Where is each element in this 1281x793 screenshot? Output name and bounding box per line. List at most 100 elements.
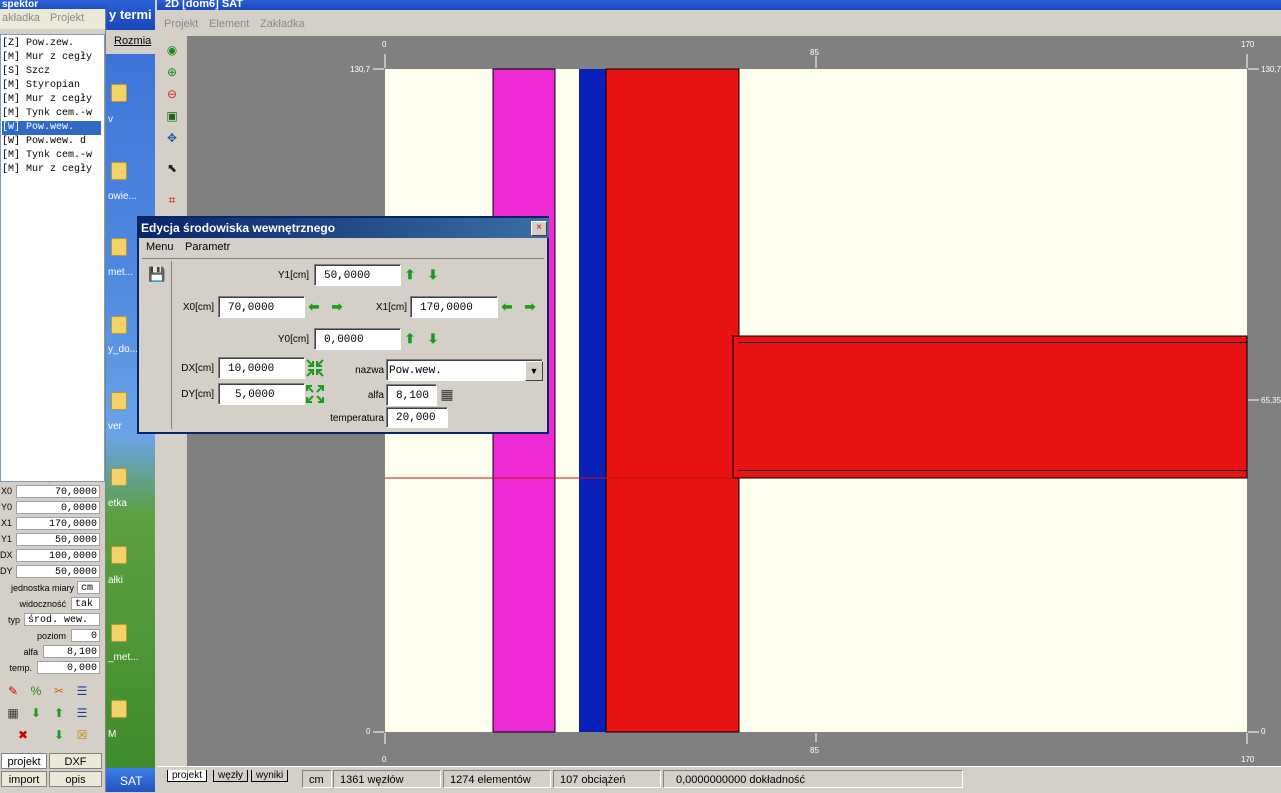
zoom-window-icon[interactable]: ▣: [164, 108, 180, 124]
status-accuracy: 0,0000000000 dokładność: [663, 770, 963, 788]
list-item[interactable]: [Z] Pow.zew.: [2, 37, 101, 51]
arrow-down-icon[interactable]: ⬇: [426, 268, 440, 282]
arrow-down-icon[interactable]: ⬇: [426, 332, 440, 346]
folder-icon[interactable]: [111, 238, 127, 256]
menu-projekt[interactable]: Projekt: [164, 18, 198, 30]
dx-field[interactable]: 10,0000: [218, 357, 305, 379]
grid-cut-icon[interactable]: ⌗: [164, 192, 180, 208]
shrink-icon[interactable]: [305, 358, 325, 378]
nazwa-select[interactable]: Pow.wew.: [386, 359, 543, 381]
list-item[interactable]: [M] Styropian: [2, 79, 101, 93]
taskbar-button-sat[interactable]: SAT: [120, 774, 142, 788]
zoom-all-icon[interactable]: ◉: [164, 42, 180, 58]
arrow-right-icon[interactable]: ➡: [523, 300, 537, 314]
save-icon[interactable]: 💾: [148, 266, 165, 282]
x0-field[interactable]: 70,0000: [218, 296, 305, 318]
chevron-down-icon[interactable]: ▼: [525, 361, 543, 381]
tab-projekt[interactable]: projekt: [1, 753, 47, 769]
folder-icon[interactable]: [111, 162, 127, 180]
element-list[interactable]: [Z] Pow.zew. [M] Mur z cegły [S] Szcz [M…: [0, 34, 105, 482]
prop-type-value[interactable]: środ. wew.: [24, 613, 100, 626]
zoom-in-icon[interactable]: ⊕: [164, 64, 180, 80]
folder-icon[interactable]: [111, 624, 127, 642]
list-item[interactable]: [M] Tynk cem.-w: [2, 107, 101, 121]
prop-x1-value[interactable]: 170,0000: [16, 517, 100, 530]
y1-field[interactable]: 50,0000: [314, 264, 401, 286]
tab-import[interactable]: import: [1, 771, 47, 787]
menu-zakladka[interactable]: akładka: [2, 12, 40, 24]
tab-wezly[interactable]: węzły: [213, 770, 249, 782]
arrow-left-icon[interactable]: ⬅: [500, 300, 514, 314]
folder-icon[interactable]: [111, 392, 127, 410]
delete-icon[interactable]: ✖: [15, 727, 31, 743]
list-item[interactable]: [M] Tynk cem.-w: [2, 149, 101, 163]
list-item[interactable]: [W] Pow.wew. d: [2, 135, 101, 149]
list-item[interactable]: [M] Mur z cegły: [2, 51, 101, 65]
list-icon[interactable]: ☰: [74, 683, 90, 699]
menu-zakladka[interactable]: Zakładka: [260, 18, 305, 30]
expand-icon[interactable]: [305, 384, 325, 404]
arrow-down-icon[interactable]: ⬇: [51, 727, 67, 743]
folder-icon[interactable]: [111, 700, 127, 718]
folder-icon[interactable]: [111, 316, 127, 334]
desktop-icon-label: _met...: [108, 652, 139, 663]
list-item[interactable]: [M] Mur z cegły: [2, 93, 101, 107]
menu-element[interactable]: Element: [209, 18, 249, 30]
arrow-left-icon[interactable]: ⬅: [307, 300, 321, 314]
arrow-up-icon[interactable]: ⬆: [403, 332, 417, 346]
prop-y1-value[interactable]: 50,0000: [16, 533, 100, 546]
prop-y0-value[interactable]: 0,0000: [16, 501, 100, 514]
desktop-icon-label: M: [108, 729, 117, 740]
menu-divider: [142, 258, 544, 259]
dialog-menu-menu[interactable]: Menu: [146, 241, 174, 253]
tab-opis[interactable]: opis: [49, 771, 102, 787]
grid-icon[interactable]: ▦: [5, 705, 21, 721]
prop-unit-value[interactable]: cm: [77, 581, 100, 594]
folder-icon[interactable]: [111, 84, 127, 102]
folder-icon[interactable]: [111, 546, 127, 564]
move-down-icon[interactable]: ⬇: [28, 705, 44, 721]
x1-field[interactable]: 170,0000: [410, 296, 498, 318]
arrow-right-icon[interactable]: ➡: [330, 300, 344, 314]
tab-projekt[interactable]: projekt: [167, 770, 208, 782]
status-bar: projekt węzły wyniki cm 1361 węzłów 1274…: [157, 766, 1281, 793]
y0-field[interactable]: 0,0000: [314, 328, 401, 350]
edit-text-icon[interactable]: ✎: [5, 683, 21, 699]
alfa-field[interactable]: 8,100: [386, 384, 437, 406]
temperatura-label: temperatura: [330, 413, 384, 424]
prop-visibility-value[interactable]: tak: [71, 597, 100, 610]
prop-alfa-value[interactable]: 8,100: [43, 645, 100, 658]
prop-level-label: poziom: [36, 631, 66, 641]
temperatura-field[interactable]: 20,000: [386, 407, 448, 428]
close-box-icon[interactable]: ☒: [74, 727, 90, 743]
calculator-icon[interactable]: ▦: [439, 385, 455, 403]
tab-dxf[interactable]: DXF: [49, 753, 102, 769]
list-item-selected[interactable]: [W] Pow.wew.: [2, 121, 101, 135]
dy-field[interactable]: 5,0000: [218, 383, 305, 405]
list-item[interactable]: [M] Mur z cegły: [2, 163, 101, 177]
prop-temp-value[interactable]: 0,000: [37, 661, 100, 674]
zoom-out-icon[interactable]: ⊖: [164, 86, 180, 102]
arrow-up-icon[interactable]: ⬆: [403, 268, 417, 282]
close-icon[interactable]: ×: [531, 221, 547, 236]
main-window-title-text: 2D [dom6] SAT: [165, 0, 244, 10]
pan-icon[interactable]: ✥: [164, 130, 180, 146]
select-pointer-icon[interactable]: ⬉: [164, 160, 180, 176]
percent-icon[interactable]: %: [28, 683, 44, 699]
prop-x0-value[interactable]: 70,0000: [16, 485, 100, 498]
prop-level-value[interactable]: 0: [71, 629, 100, 642]
list-alt-icon[interactable]: ☰: [74, 705, 90, 721]
prop-unit-label: jednostka miary: [10, 583, 74, 593]
toolbar-divider: [171, 261, 172, 429]
menu-projekt[interactable]: Projekt: [50, 12, 84, 24]
cut-icon[interactable]: ✂: [51, 683, 67, 699]
dialog-menu-parametr[interactable]: Parametr: [185, 241, 230, 253]
prop-dy-value[interactable]: 50,0000: [16, 565, 100, 578]
list-item[interactable]: [S] Szcz: [2, 65, 101, 79]
prop-dx-value[interactable]: 100,0000: [16, 549, 100, 562]
move-up-icon[interactable]: ⬆: [51, 705, 67, 721]
background-window-tab[interactable]: Rozmia: [114, 35, 151, 47]
folder-icon[interactable]: [111, 468, 127, 486]
status-loads: 107 obciążeń: [553, 770, 661, 788]
tab-wyniki[interactable]: wyniki: [251, 770, 289, 782]
